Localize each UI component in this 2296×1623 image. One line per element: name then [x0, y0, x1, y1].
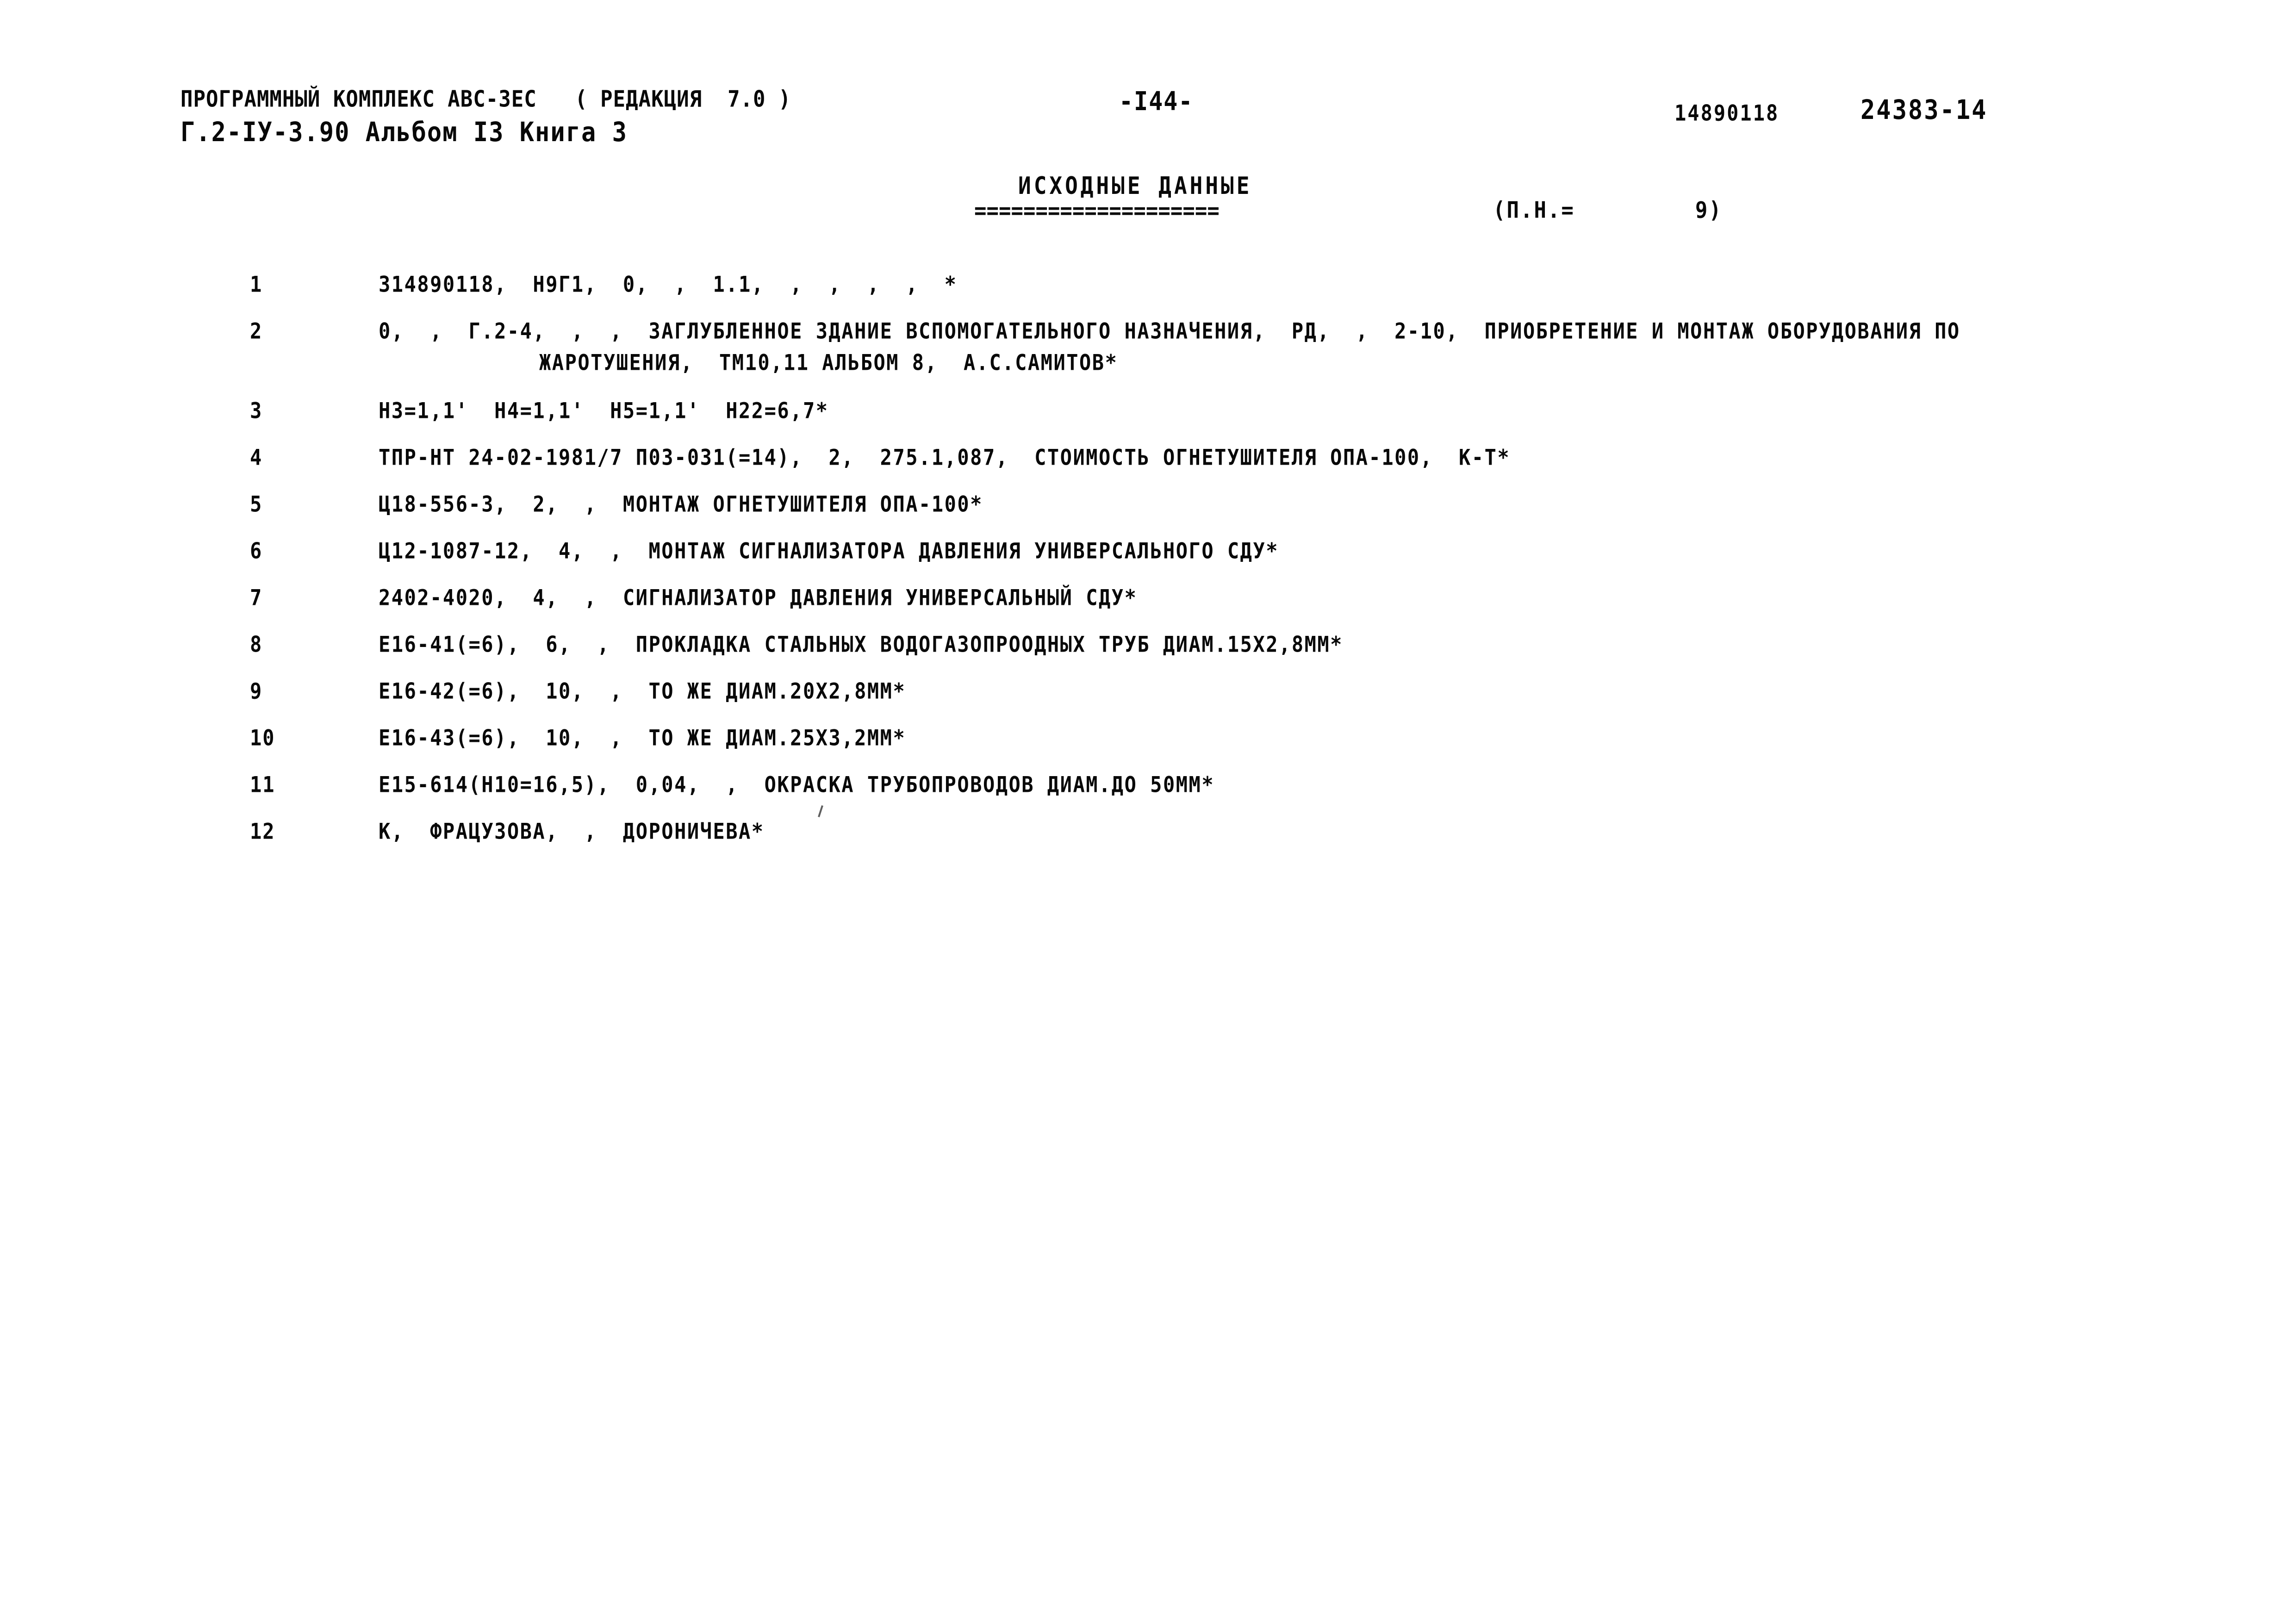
row-number: 9: [250, 678, 263, 704]
listing-row: 3 Н3=1,1' Н4=1,1' Н5=1,1' Н22=6,7*: [0, 398, 2296, 446]
row-number: 8: [250, 632, 263, 657]
listing-row: 7 2402-4020, 4, , СИГНАЛИЗАТОР ДАВЛЕНИЯ …: [0, 585, 2296, 633]
listing-row: 6 Ц12-1087-12, 4, , МОНТАЖ СИГНАЛИЗАТОРА…: [0, 538, 2296, 586]
listing-row: 8 Е16-41(=6), 6, , ПРОКЛАДКА СТАЛЬНЫХ ВО…: [0, 632, 2296, 680]
row-content: Е15-614(Н10=16,5), 0,04, , ОКРАСКА ТРУБО…: [379, 772, 1215, 797]
listing-row: 2 0, , Г.2-4, , , ЗАГЛУБЛЕННОЕ ЗДАНИЕ ВС…: [0, 318, 2296, 399]
row-content-continuation: ЖАРОТУШЕНИЯ, ТМ10,11 АЛЬБОМ 8, А.С.САМИТ…: [539, 350, 1118, 375]
listing-row: 12 К, ФРАЦУЗОВА, , ДОРОНИЧЕВА*: [0, 819, 2296, 867]
listing-row: 10 Е16-43(=6), 10, , ТО ЖЕ ДИАМ.25Х3,2ММ…: [0, 725, 2296, 773]
row-content: Е16-41(=6), 6, , ПРОКЛАДКА СТАЛЬНЫХ ВОДО…: [379, 632, 1343, 657]
row-number: 3: [250, 398, 263, 423]
row-number: 4: [250, 445, 263, 470]
listing-row: 1 314890118, Н9Г1, 0, , 1.1, , , , , *: [0, 272, 2296, 320]
listing-row: 11 Е15-614(Н10=16,5), 0,04, , ОКРАСКА ТР…: [0, 772, 2296, 820]
row-content: К, ФРАЦУЗОВА, , ДОРОНИЧЕВА*: [379, 819, 765, 844]
row-number: 7: [250, 585, 263, 610]
row-content: 2402-4020, 4, , СИГНАЛИЗАТОР ДАВЛЕНИЯ УН…: [379, 585, 1138, 610]
row-number: 5: [250, 491, 263, 517]
row-number: 1: [250, 272, 263, 297]
row-content: Ц12-1087-12, 4, , МОНТАЖ СИГНАЛИЗАТОРА Д…: [379, 538, 1279, 564]
row-number: 6: [250, 538, 263, 564]
row-content: 0, , Г.2-4, , , ЗАГЛУБЛЕННОЕ ЗДАНИЕ ВСПО…: [379, 318, 1960, 344]
row-number: 10: [250, 725, 275, 751]
sheet-code: 24383-14: [1860, 94, 1988, 126]
section-parameter-value: 9): [1695, 197, 1723, 224]
row-content: Ц18-556-3, 2, , МОНТАЖ ОГНЕТУШИТЕЛЯ ОПА-…: [379, 491, 983, 517]
row-number: 12: [250, 819, 275, 844]
section-title-underline: ====================: [974, 197, 1220, 224]
album-book-line: Г.2-IУ-3.90 Альбом I3 Книга 3: [180, 117, 628, 148]
input-data-listing: 1 314890118, Н9Г1, 0, , 1.1, , , , , * 2…: [0, 272, 2296, 867]
printout-page: ПРОГРАММНЫЙ КОМПЛЕКС АВС-3ЕС ( РЕДАКЦИЯ …: [0, 0, 2296, 1623]
document-header: ПРОГРАММНЫЙ КОМПЛЕКС АВС-3ЕС ( РЕДАКЦИЯ …: [180, 86, 791, 148]
software-package-line: ПРОГРАММНЫЙ КОМПЛЕКС АВС-3ЕС ( РЕДАКЦИЯ …: [180, 86, 791, 112]
listing-row: 9 Е16-42(=6), 10, , ТО ЖЕ ДИАМ.20Х2,8ММ*: [0, 678, 2296, 727]
row-content: Е16-43(=6), 10, , ТО ЖЕ ДИАМ.25Х3,2ММ*: [379, 725, 906, 751]
row-content: 314890118, Н9Г1, 0, , 1.1, , , , , *: [379, 272, 958, 297]
section-title: ИСХОДНЫЕ ДАННЫЕ: [1018, 171, 1252, 200]
page-number: -I44-: [1119, 86, 1194, 117]
listing-row: 5 Ц18-556-3, 2, , МОНТАЖ ОГНЕТУШИТЕЛЯ ОП…: [0, 491, 2296, 540]
row-content: Н3=1,1' Н4=1,1' Н5=1,1' Н22=6,7*: [379, 398, 829, 423]
row-content: Е16-42(=6), 10, , ТО ЖЕ ДИАМ.20Х2,8ММ*: [379, 678, 906, 704]
section-parameter-label: (П.Н.=: [1493, 197, 1575, 224]
row-number: 2: [250, 318, 263, 344]
row-number: 11: [250, 772, 275, 797]
row-content: ТПР-НТ 24-02-1981/7 П03-031(=14), 2, 275…: [379, 445, 1511, 470]
document-code: 14890118: [1674, 100, 1780, 126]
section-parameter: (П.Н.= 9): [1438, 171, 1723, 250]
listing-row: 4 ТПР-НТ 24-02-1981/7 П03-031(=14), 2, 2…: [0, 445, 2296, 493]
